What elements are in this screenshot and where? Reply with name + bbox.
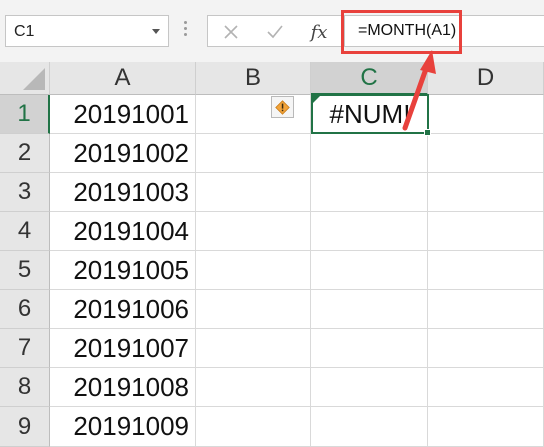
cell-a9[interactable]: 20191009	[50, 407, 196, 447]
grip-icon[interactable]	[184, 21, 188, 41]
cell-c9[interactable]	[311, 407, 428, 447]
cell-c5[interactable]	[311, 251, 428, 290]
cell-b6[interactable]	[196, 290, 311, 329]
cell-c7[interactable]	[311, 329, 428, 368]
cell-a7[interactable]: 20191007	[50, 329, 196, 368]
cell-b8[interactable]	[196, 368, 311, 407]
cell-c4[interactable]	[311, 212, 428, 251]
row-header-2[interactable]: 2	[0, 134, 50, 173]
cell-a4[interactable]: 20191004	[50, 212, 196, 251]
cell-a5[interactable]: 20191005	[50, 251, 196, 290]
cell-b4[interactable]	[196, 212, 311, 251]
row-header-5[interactable]: 5	[0, 251, 50, 290]
row-header-3[interactable]: 3	[0, 173, 50, 212]
row-header-7[interactable]: 7	[0, 329, 50, 368]
insert-function-icon[interactable]: fx	[304, 20, 334, 44]
cell-a3[interactable]: 20191003	[50, 173, 196, 212]
name-box-value: C1	[14, 23, 35, 40]
fx-label: fx	[310, 21, 328, 43]
cell-c1[interactable]: #NUM!	[311, 95, 428, 134]
cell-a1[interactable]: 20191001	[50, 95, 196, 134]
warning-diamond-icon[interactable]	[271, 96, 294, 118]
column-header-c[interactable]: C	[311, 62, 428, 95]
row-header-8[interactable]: 8	[0, 368, 50, 407]
cell-a2[interactable]: 20191002	[50, 134, 196, 173]
cell-d9[interactable]	[428, 407, 544, 447]
cell-c8[interactable]	[311, 368, 428, 407]
cell-c2[interactable]	[311, 134, 428, 173]
cell-c6[interactable]	[311, 290, 428, 329]
cell-b5[interactable]	[196, 251, 311, 290]
cell-b2[interactable]	[196, 134, 311, 173]
cell-d6[interactable]	[428, 290, 544, 329]
cell-d1[interactable]	[428, 95, 544, 134]
formula-buttons: fx	[207, 15, 343, 47]
cell-d5[interactable]	[428, 251, 544, 290]
row-header-4[interactable]: 4	[0, 212, 50, 251]
cell-d2[interactable]	[428, 134, 544, 173]
error-indicator-triangle	[313, 96, 320, 103]
cell-c3[interactable]	[311, 173, 428, 212]
cell-d4[interactable]	[428, 212, 544, 251]
column-header-d[interactable]: D	[428, 62, 544, 95]
chevron-down-icon[interactable]	[152, 29, 160, 34]
column-header-a[interactable]: A	[50, 62, 196, 95]
cancel-x-icon[interactable]	[216, 20, 246, 44]
cell-b9[interactable]	[196, 407, 311, 447]
cell-d3[interactable]	[428, 173, 544, 212]
row-header-9[interactable]: 9	[0, 407, 50, 447]
row-header-1[interactable]: 1	[0, 95, 50, 134]
name-box[interactable]: C1	[5, 15, 169, 47]
confirm-check-icon[interactable]	[260, 20, 290, 44]
cell-b7[interactable]	[196, 329, 311, 368]
cell-d8[interactable]	[428, 368, 544, 407]
cell-d7[interactable]	[428, 329, 544, 368]
cell-a6[interactable]: 20191006	[50, 290, 196, 329]
cell-b3[interactable]	[196, 173, 311, 212]
column-header-b[interactable]: B	[196, 62, 311, 95]
row-header-6[interactable]: 6	[0, 290, 50, 329]
cell-a8[interactable]: 20191008	[50, 368, 196, 407]
formula-bar: C1 fx =MONTH(A1)	[0, 0, 544, 62]
select-all-button[interactable]	[0, 62, 50, 95]
formula-text: =MONTH(A1)	[358, 22, 457, 39]
